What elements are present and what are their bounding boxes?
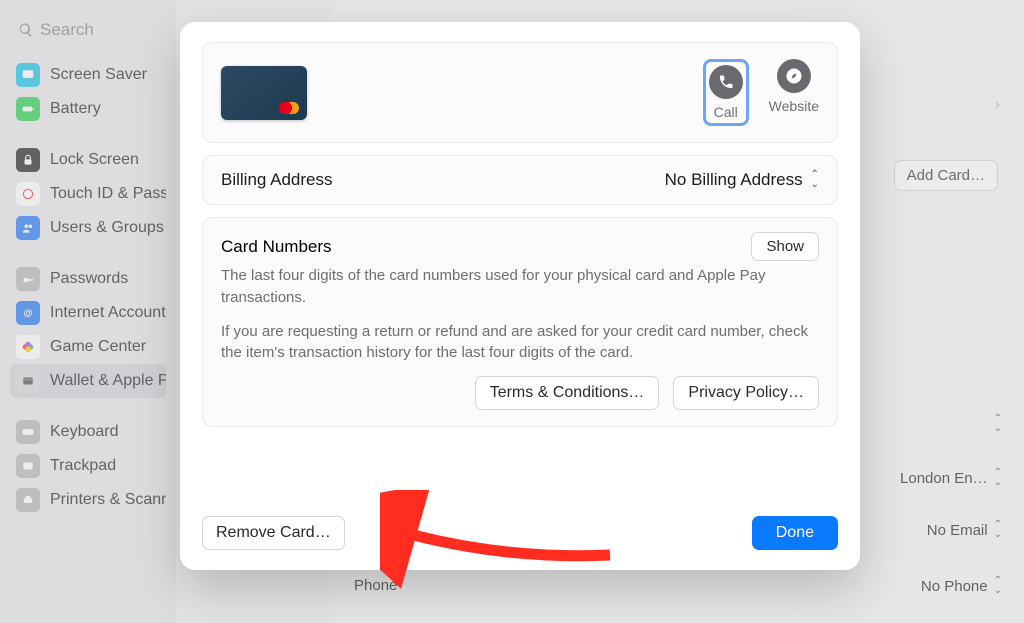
updown-icon: ⌃⌄: [811, 170, 819, 190]
call-label: Call: [714, 104, 738, 120]
billing-address-row[interactable]: Billing Address No Billing Address ⌃⌄: [202, 155, 838, 205]
card-numbers-title: Card Numbers: [221, 237, 332, 257]
website-button[interactable]: Website: [769, 59, 819, 126]
billing-label: Billing Address: [221, 170, 333, 190]
card-details-modal: Call Website Billing Address No Billing …: [180, 22, 860, 570]
done-button[interactable]: Done: [752, 516, 838, 550]
compass-icon: [777, 59, 811, 93]
website-label: Website: [769, 98, 819, 114]
billing-value: No Billing Address: [665, 170, 803, 190]
terms-button[interactable]: Terms & Conditions…: [475, 376, 660, 410]
card-numbers-section: Card Numbers Show The last four digits o…: [202, 217, 838, 427]
phone-icon: [709, 65, 743, 99]
card-numbers-desc-2: If you are requesting a return or refund…: [221, 321, 819, 365]
privacy-button[interactable]: Privacy Policy…: [673, 376, 819, 410]
remove-card-button[interactable]: Remove Card…: [202, 516, 345, 550]
card-artwork: [221, 66, 307, 120]
card-header-section: Call Website: [202, 42, 838, 143]
card-numbers-desc-1: The last four digits of the card numbers…: [221, 265, 819, 309]
show-button[interactable]: Show: [751, 232, 819, 261]
call-button[interactable]: Call: [703, 59, 749, 126]
